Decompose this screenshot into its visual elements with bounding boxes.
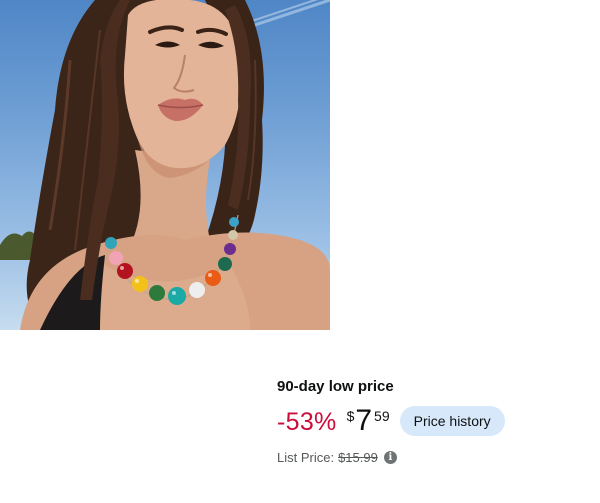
price-fraction: 59 bbox=[374, 408, 390, 424]
list-price-value: $15.99 bbox=[338, 449, 378, 465]
product-image[interactable] bbox=[0, 0, 330, 330]
product-photo-illustration bbox=[0, 0, 330, 330]
info-icon[interactable]: i bbox=[383, 450, 397, 464]
price-currency-symbol: $ bbox=[346, 408, 355, 424]
list-price-label: List Price: bbox=[277, 449, 335, 465]
current-price: $ 7 59 bbox=[347, 404, 390, 438]
price-whole: 7 bbox=[355, 404, 373, 437]
list-price-row: List Price: $15.99 i bbox=[277, 448, 597, 466]
price-block: 90-day low price -53% $ 7 59 Price histo… bbox=[277, 376, 597, 466]
price-history-button[interactable]: Price history bbox=[399, 406, 505, 436]
price-row: -53% $ 7 59 Price history bbox=[277, 404, 597, 442]
deal-badge: 90-day low price bbox=[277, 378, 394, 395]
savings-percentage: -53% bbox=[277, 408, 337, 436]
